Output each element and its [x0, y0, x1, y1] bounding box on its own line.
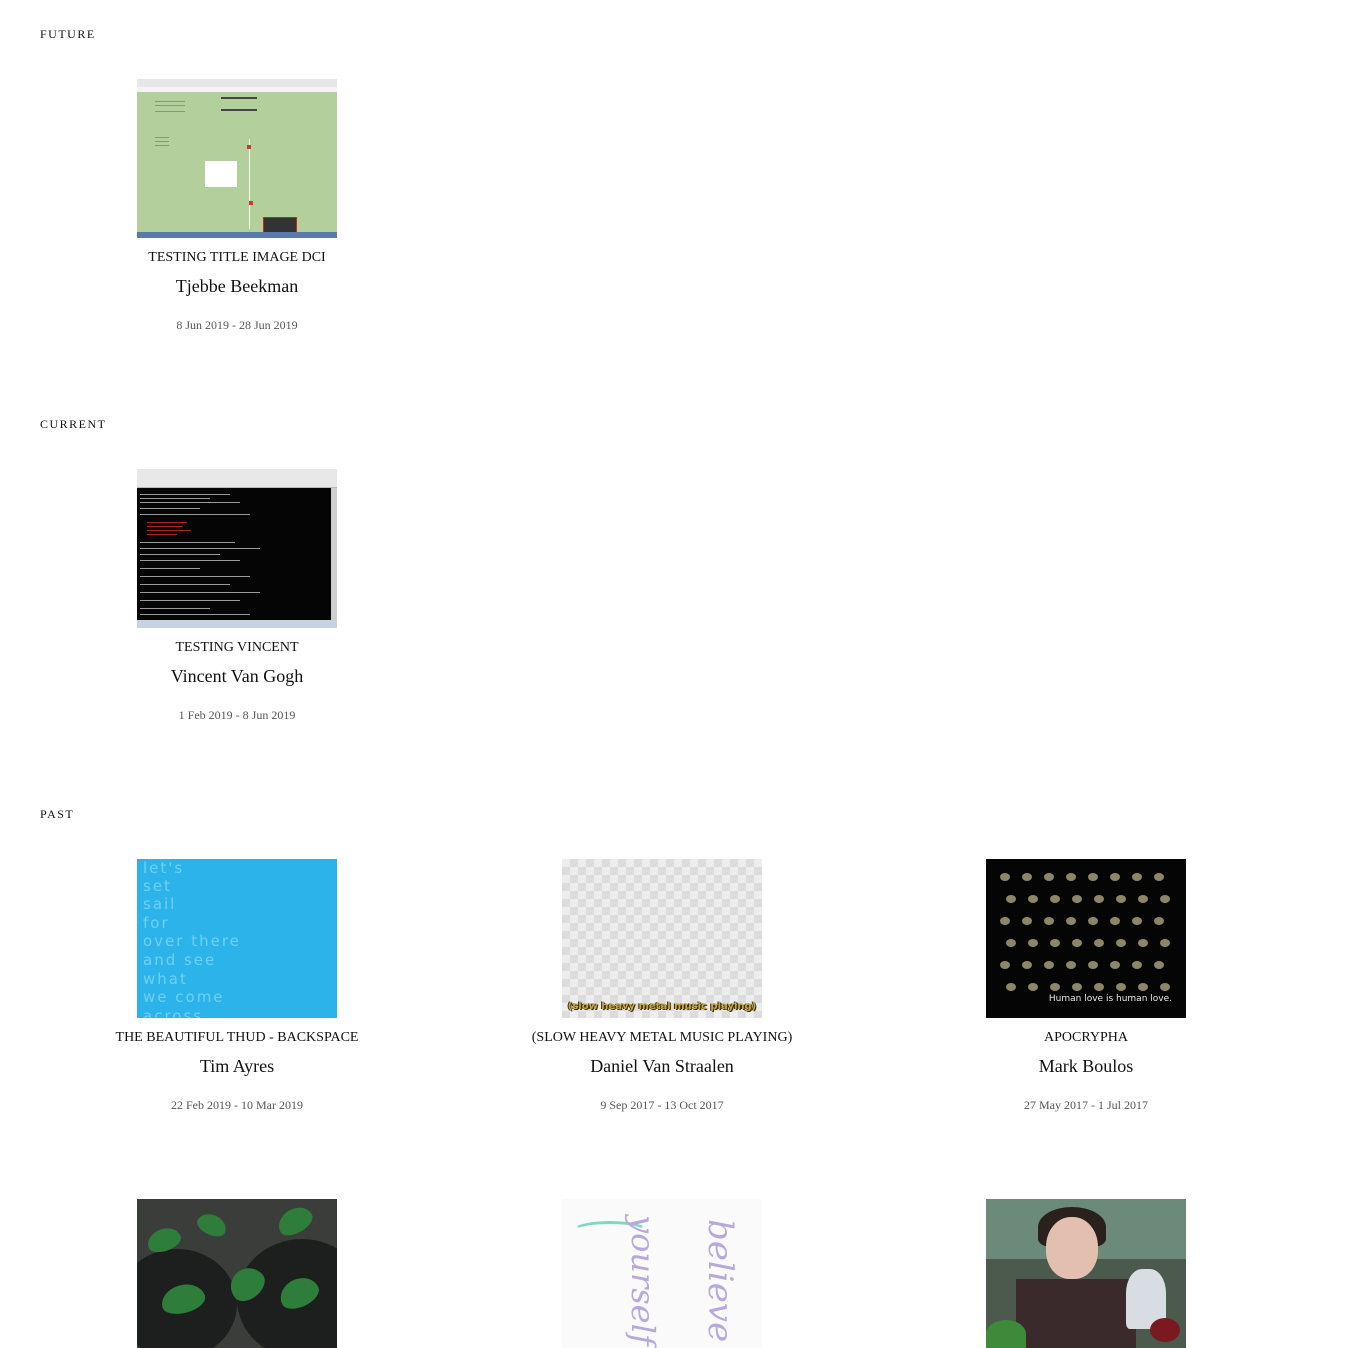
exhibition-title[interactable]: TESTING VINCENT — [87, 640, 387, 656]
exhibition-artist[interactable]: Tjebbe Beekman — [87, 276, 387, 296]
key-dot — [1050, 895, 1060, 903]
exhibition-card[interactable]: believe in yourself — [512, 1199, 812, 1348]
key-dot — [1072, 983, 1082, 991]
key-dot — [1088, 961, 1098, 969]
thumbnail-text: across — [143, 1007, 204, 1019]
key-dot — [1116, 983, 1126, 991]
exhibition-title[interactable]: (SLOW HEAVY METAL MUSIC PLAYING) — [512, 1030, 812, 1046]
key-dot — [1022, 917, 1032, 925]
key-dot — [1066, 961, 1076, 969]
key-dot — [1110, 917, 1120, 925]
exhibition-thumbnail[interactable] — [137, 79, 337, 238]
key-dot — [1132, 917, 1142, 925]
key-dot — [1050, 983, 1060, 991]
exhibition-thumbnail[interactable] — [986, 1199, 1186, 1348]
key-dot — [1094, 895, 1104, 903]
key-dot — [1022, 873, 1032, 881]
exhibition-thumbnail[interactable] — [137, 1199, 337, 1348]
key-dot — [1132, 961, 1142, 969]
section-heading-past: PAST — [40, 807, 75, 821]
exhibition-artist[interactable]: Vincent Van Gogh — [87, 666, 387, 686]
thumbnail-text: over there — [143, 932, 241, 950]
key-dot — [1154, 917, 1164, 925]
key-dot — [1028, 983, 1038, 991]
key-dot — [1006, 939, 1016, 947]
exhibition-dates: 9 Sep 2017 - 13 Oct 2017 — [600, 1098, 724, 1112]
key-dot — [1094, 983, 1104, 991]
exhibition-dates: 22 Feb 2019 - 10 Mar 2019 — [171, 1098, 303, 1112]
key-dot — [1006, 983, 1016, 991]
key-dot — [1116, 939, 1126, 947]
exhibition-card[interactable]: Human love is human love. APOCRYPHA Mark… — [936, 859, 1236, 1112]
thumbnail-text: believe in — [700, 1219, 740, 1348]
key-dot — [1138, 895, 1148, 903]
key-dot — [1132, 873, 1142, 881]
key-dot — [1088, 873, 1098, 881]
key-dot — [1006, 895, 1016, 903]
key-dot — [1094, 939, 1104, 947]
key-dot — [1044, 917, 1054, 925]
key-dot — [1154, 961, 1164, 969]
thumbnail-text: we come — [143, 988, 225, 1006]
key-dot — [1160, 939, 1170, 947]
exhibition-title[interactable]: TESTING TITLE IMAGE DCI — [87, 250, 387, 266]
exhibition-thumbnail[interactable] — [137, 469, 337, 628]
thumbnail-text: sail — [143, 895, 177, 913]
key-dot — [1160, 895, 1170, 903]
key-dot — [1044, 961, 1054, 969]
key-dot — [1050, 939, 1060, 947]
key-dot — [1022, 961, 1032, 969]
exhibition-card[interactable]: TESTING VINCENT Vincent Van Gogh 1 Feb 2… — [87, 469, 387, 722]
key-dot — [1072, 939, 1082, 947]
thumbnail-text: and see — [143, 951, 217, 969]
key-dot — [1088, 917, 1098, 925]
thumbnail-text: set — [143, 877, 172, 895]
thumbnail-text: for — [143, 914, 170, 932]
exhibition-card[interactable] — [936, 1199, 1236, 1348]
key-dot — [1138, 983, 1148, 991]
key-dot — [1028, 939, 1038, 947]
exhibition-dates: 1 Feb 2019 - 8 Jun 2019 — [178, 708, 296, 722]
exhibition-thumbnail[interactable]: (slow heavy metal music playing) — [562, 859, 762, 1018]
exhibition-artist[interactable]: Mark Boulos — [936, 1056, 1236, 1076]
exhibition-dates: 8 Jun 2019 - 28 Jun 2019 — [176, 318, 298, 332]
key-dot — [1110, 873, 1120, 881]
exhibition-title[interactable]: APOCRYPHA — [936, 1030, 1236, 1046]
key-dot — [1044, 873, 1054, 881]
thumbnail-text: what — [143, 970, 188, 988]
key-dot — [1000, 917, 1010, 925]
exhibition-dates: 27 May 2017 - 1 Jul 2017 — [1024, 1098, 1148, 1112]
key-dot — [1160, 983, 1170, 991]
key-dot — [1154, 873, 1164, 881]
key-dot — [1066, 873, 1076, 881]
exhibition-card[interactable] — [87, 1199, 387, 1348]
thumbnail-text: yourself — [624, 1215, 662, 1346]
key-dot — [1138, 939, 1148, 947]
exhibition-title[interactable]: THE BEAUTIFUL THUD - BACKSPACE — [87, 1030, 387, 1046]
key-dot — [1116, 895, 1126, 903]
key-dot — [1000, 961, 1010, 969]
exhibition-thumbnail[interactable]: let's set sail for over there and see wh… — [137, 859, 337, 1018]
exhibition-artist[interactable]: Daniel Van Straalen — [512, 1056, 812, 1076]
section-heading-future: FUTURE — [40, 27, 96, 41]
exhibition-thumbnail[interactable]: Human love is human love. — [986, 859, 1186, 1018]
exhibition-card[interactable]: let's set sail for over there and see wh… — [87, 859, 387, 1112]
thumbnail-caption: Human love is human love. — [1048, 994, 1172, 1004]
exhibition-card[interactable]: (slow heavy metal music playing) (SLOW H… — [512, 859, 812, 1112]
key-dot — [1000, 873, 1010, 881]
key-dot — [1110, 961, 1120, 969]
key-dot — [1072, 895, 1082, 903]
key-dot — [1028, 895, 1038, 903]
thumbnail-caption: (slow heavy metal music playing) — [567, 1001, 757, 1012]
section-heading-current: CURRENT — [40, 417, 107, 431]
key-dot — [1066, 917, 1076, 925]
thumbnail-text: let's — [143, 859, 185, 877]
exhibition-thumbnail[interactable]: believe in yourself — [562, 1199, 762, 1348]
exhibition-card[interactable]: TESTING TITLE IMAGE DCI Tjebbe Beekman 8… — [87, 79, 387, 332]
exhibition-artist[interactable]: Tim Ayres — [87, 1056, 387, 1076]
